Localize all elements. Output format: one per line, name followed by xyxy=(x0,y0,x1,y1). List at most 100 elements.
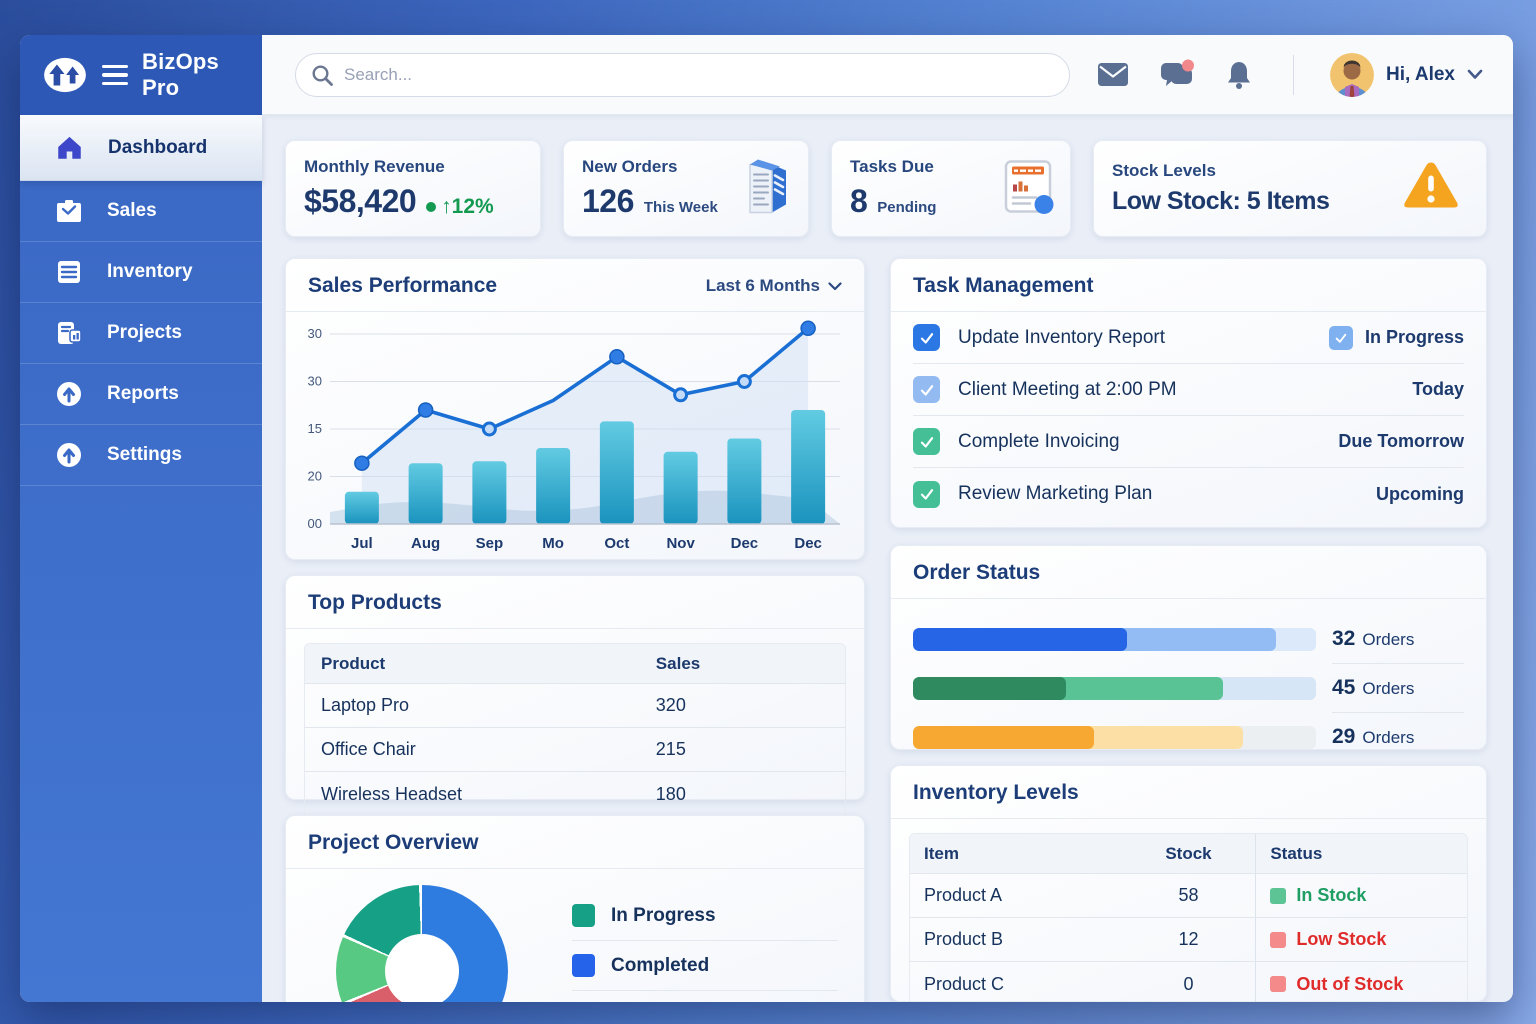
product-name: Laptop Pro xyxy=(305,686,640,725)
sidebar-item-label: Settings xyxy=(107,444,182,466)
sidebar-item-label: Projects xyxy=(107,322,182,344)
chat-icon[interactable] xyxy=(1159,59,1195,91)
checkbox-checked[interactable] xyxy=(913,428,940,455)
menu-icon[interactable] xyxy=(102,65,128,86)
svg-text:Oct: Oct xyxy=(604,535,629,552)
kpi-caption: This Week xyxy=(644,199,718,216)
task-status: In Progress xyxy=(1329,326,1464,350)
kpi-value: 126 xyxy=(582,183,634,220)
column-header: Item xyxy=(910,835,1122,873)
sidebar-item-sales[interactable]: Sales xyxy=(20,181,262,242)
project-donut-chart xyxy=(336,885,508,1002)
svg-text:Dec: Dec xyxy=(731,535,759,552)
clipboard-report-icon xyxy=(1000,157,1056,220)
chevron-down-icon xyxy=(1467,69,1483,80)
checkbox-checked[interactable] xyxy=(913,376,940,403)
task-label: Complete Invoicing xyxy=(958,431,1120,453)
card-title: Order Status xyxy=(913,561,1040,585)
task-status: Upcoming xyxy=(1376,484,1464,505)
column-header: Stock xyxy=(1122,835,1256,873)
sidebar-item-label: Reports xyxy=(107,383,179,405)
svg-text:Jul: Jul xyxy=(351,535,373,552)
table-row: Product C 0 Out of Stock xyxy=(910,962,1467,1002)
divider xyxy=(1293,55,1294,95)
task-row: Review Marketing Plan Upcoming xyxy=(913,468,1464,520)
chevron-down-icon xyxy=(828,282,842,291)
top-products-table: Product Sales Laptop Pro 320 Office Chai… xyxy=(304,643,846,817)
sidebar-item-reports[interactable]: Reports xyxy=(20,364,262,425)
green-dot-icon xyxy=(426,202,436,212)
svg-text:00: 00 xyxy=(308,516,322,531)
document-lines-icon xyxy=(56,260,82,284)
product-name: Office Chair xyxy=(305,730,640,769)
home-icon xyxy=(56,135,83,160)
search-input[interactable] xyxy=(295,53,1070,97)
sidebar: Dashboard Sales Inventory Projects xyxy=(20,115,262,1002)
item-stock: 0 xyxy=(1122,965,1256,1003)
task-row: Update Inventory Report In Progress xyxy=(913,312,1464,364)
kpi-delta: ↑12% xyxy=(426,195,494,219)
order-status-row: 29Orders xyxy=(913,713,1464,761)
progress-bar xyxy=(913,677,1316,700)
progress-bar xyxy=(913,628,1316,651)
legend-item: On Hold xyxy=(572,991,838,1002)
product-sales: 320 xyxy=(640,686,845,725)
mail-icon[interactable] xyxy=(1097,62,1129,87)
checkbox-checked[interactable] xyxy=(1329,326,1353,350)
item-name: Product B xyxy=(910,920,1122,959)
table-row: Laptop Pro 320 xyxy=(305,684,845,728)
status-badge: Out of Stock xyxy=(1296,974,1403,995)
column-header: Sales xyxy=(640,645,845,683)
item-name: Product A xyxy=(910,876,1122,915)
table-header-row: Product Sales xyxy=(305,644,845,684)
orders-stack-icon xyxy=(736,156,794,221)
legend-item: Completed xyxy=(572,941,838,991)
card-title: Project Overview xyxy=(308,831,478,855)
avatar xyxy=(1330,53,1374,97)
order-unit: Orders xyxy=(1362,679,1414,699)
sidebar-item-inventory[interactable]: Inventory xyxy=(20,242,262,303)
item-stock: 58 xyxy=(1122,876,1256,915)
kpi-value: Low Stock: 5 Items xyxy=(1112,187,1329,216)
card-title: Sales Performance xyxy=(308,274,497,298)
bell-icon[interactable] xyxy=(1225,60,1253,90)
svg-text:20: 20 xyxy=(308,469,322,484)
card-title: Inventory Levels xyxy=(913,781,1079,805)
svg-text:Nov: Nov xyxy=(666,535,695,552)
main-content: Monthly Revenue $58,420 ↑12% New Orders … xyxy=(262,115,1513,1002)
svg-text:30: 30 xyxy=(308,374,322,389)
sidebar-item-settings[interactable]: Settings xyxy=(20,425,262,486)
item-name: Product C xyxy=(910,965,1122,1003)
task-label: Update Inventory Report xyxy=(958,327,1165,349)
table-header-row: Item Stock Status xyxy=(910,834,1467,874)
kpi-title: Monthly Revenue xyxy=(304,157,522,177)
order-status-chart: 32Orders 45Orders 29Orders xyxy=(891,599,1486,775)
sales-performance-chart: 3030152000JulAugSepMoOctNovDecDec xyxy=(286,312,864,565)
range-dropdown[interactable]: Last 6 Months xyxy=(706,276,842,296)
order-unit: Orders xyxy=(1362,728,1414,748)
column-header: Status xyxy=(1255,834,1467,873)
sidebar-item-projects[interactable]: Projects xyxy=(20,303,262,364)
task-status: Today xyxy=(1412,379,1464,400)
warning-triangle-icon xyxy=(1400,158,1462,219)
project-overview-card: Project Overview In Progress xyxy=(285,815,865,1002)
circle-arrow-up-icon xyxy=(56,381,82,407)
table-row: Wireless Headset 180 xyxy=(305,772,845,816)
legend-item: In Progress xyxy=(572,891,838,941)
circle-arrow-up-icon xyxy=(56,442,82,468)
order-unit: Orders xyxy=(1362,630,1414,650)
table-row: Product A 58 In Stock xyxy=(910,874,1467,918)
checkbox-checked[interactable] xyxy=(913,324,940,351)
kpi-monthly-revenue: Monthly Revenue $58,420 ↑12% xyxy=(285,140,541,237)
order-status-row: 32Orders xyxy=(913,615,1464,664)
search-bar xyxy=(295,53,1070,97)
user-menu[interactable]: Hi, Alex xyxy=(1330,53,1483,97)
svg-text:15: 15 xyxy=(308,421,322,436)
inventory-table: Item Stock Status Product A 58 In Stock … xyxy=(909,833,1468,1002)
kpi-tasks-due: Tasks Due 8 Pending xyxy=(831,140,1071,237)
sidebar-item-dashboard[interactable]: Dashboard xyxy=(20,115,262,181)
project-doc-icon xyxy=(56,321,82,345)
legend-swatch xyxy=(572,904,595,927)
task-status: Due Tomorrow xyxy=(1338,431,1464,452)
checkbox-checked[interactable] xyxy=(913,481,940,508)
